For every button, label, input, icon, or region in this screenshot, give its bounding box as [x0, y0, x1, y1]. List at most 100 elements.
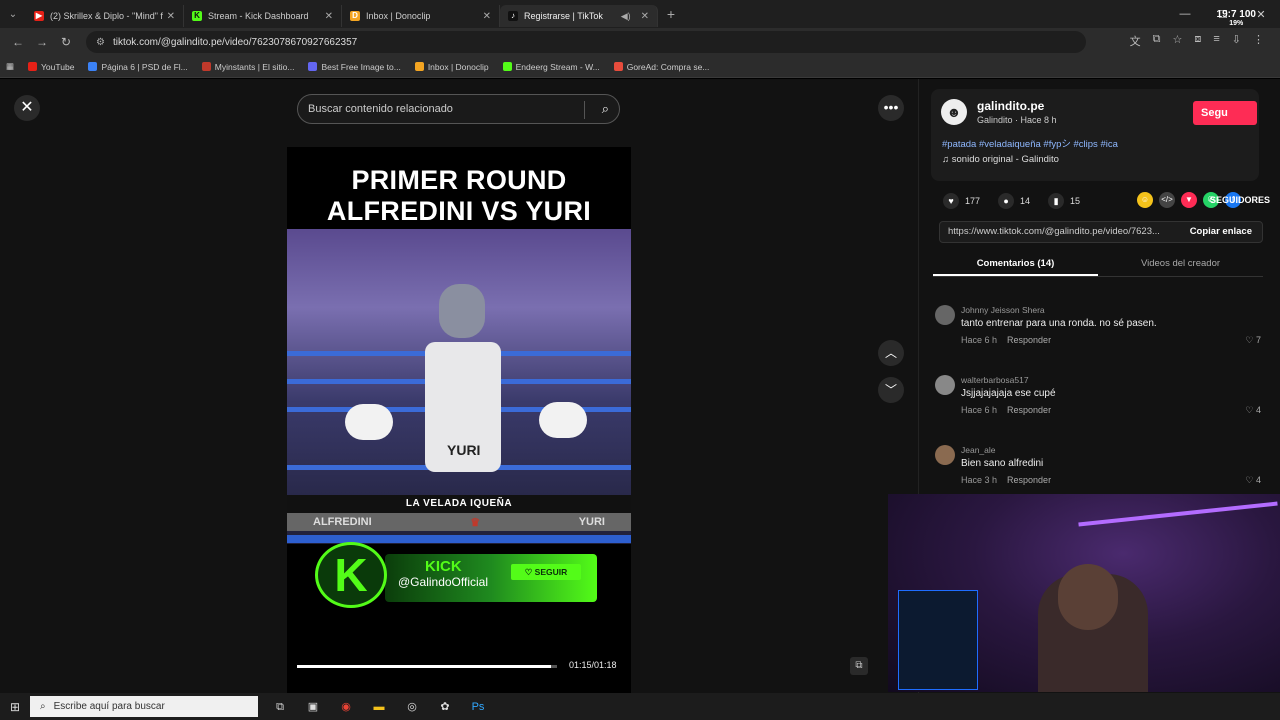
- video-title-line1: PRIMER ROUND: [351, 165, 567, 195]
- video-link-field[interactable]: https://www.tiktok.com/@galindito.pe/vid…: [939, 221, 1263, 243]
- share-friends-icon[interactable]: ☺: [1137, 192, 1153, 208]
- copy-link-button[interactable]: Copiar enlace: [1190, 222, 1252, 242]
- next-video-button[interactable]: ﹀: [878, 377, 904, 403]
- windows-start-icon[interactable]: ⊞: [0, 700, 30, 714]
- page-icon: [88, 62, 98, 71]
- bookmark-image-tool[interactable]: Best Free Image to...: [308, 62, 401, 72]
- bookmark-goread[interactable]: GoreAd: Compra se...: [613, 62, 709, 72]
- windows-taskbar: ⊞ ⌕ Escribe aquí para buscar ⧉ ▣ ◉ ▬ ◎ ✿…: [0, 693, 1280, 720]
- menu-icon[interactable]: ⋮: [1253, 33, 1264, 49]
- bookmark-youtube[interactable]: YouTube: [28, 62, 74, 72]
- comment-button[interactable]: ● 14: [998, 193, 1030, 209]
- close-tab-icon[interactable]: ✕: [167, 11, 175, 22]
- address-bar-row: ← → ↻ ⚙ tiktok.com/@galindito.pe/video/7…: [0, 28, 1280, 56]
- minimize-icon[interactable]: —: [1166, 8, 1204, 20]
- reply-button[interactable]: Responder: [1007, 335, 1051, 345]
- avatar[interactable]: [935, 375, 955, 395]
- tab-search-icon[interactable]: ⌄: [0, 0, 26, 28]
- tab-tiktok[interactable]: ♪ Registrarse | TikTok ◀) ✕: [500, 5, 658, 27]
- youtube-favicon-icon: ▶: [34, 11, 44, 21]
- cast-icon[interactable]: ⧉: [1153, 33, 1161, 49]
- photoshop-icon[interactable]: Ps: [464, 697, 492, 717]
- bookmark-star-icon[interactable]: ☆: [1172, 33, 1182, 49]
- back-icon[interactable]: ←: [6, 35, 30, 49]
- forward-icon[interactable]: →: [30, 35, 54, 49]
- gaming-pc-case: [898, 590, 978, 690]
- comment-like-button[interactable]: ♡ 4: [1245, 475, 1261, 486]
- bookmark-psd[interactable]: Página 6 | PSD de Fl...: [88, 62, 188, 72]
- tab-comments[interactable]: Comentarios (14): [933, 251, 1098, 276]
- send-icon[interactable]: ▼: [1181, 192, 1197, 208]
- reply-button[interactable]: Responder: [1007, 405, 1051, 415]
- comment-user[interactable]: Jean_ale: [961, 445, 996, 455]
- media-icon[interactable]: ≡: [1213, 33, 1219, 49]
- search-icon[interactable]: ⌕: [602, 101, 609, 117]
- follow-button[interactable]: Segu: [1193, 101, 1257, 125]
- boxer-helmet: [439, 284, 485, 338]
- tab-creator-videos[interactable]: Videos del creador: [1098, 251, 1263, 276]
- boxing-glove-left: [345, 404, 393, 440]
- reload-icon[interactable]: ↻: [54, 35, 78, 49]
- comment-user[interactable]: Johnny Jeisson Shera: [961, 305, 1045, 315]
- bookmarks-bar: ▦ YouTube Página 6 | PSD de Fl... Myinst…: [0, 56, 1280, 78]
- comment-time: Hace 3 h: [961, 475, 998, 485]
- tab-kick-dashboard[interactable]: K Stream - Kick Dashboard ✕: [184, 5, 342, 27]
- task-view-icon[interactable]: ⧉: [266, 697, 294, 717]
- pip-icon[interactable]: ⧉: [850, 657, 868, 675]
- tab-label: Registrarse | TikTok: [524, 11, 603, 21]
- related-search-input[interactable]: Buscar contenido relacionado ⌕: [297, 94, 620, 124]
- panel-tabs: Comentarios (14) Videos del creador: [933, 251, 1263, 277]
- extensions-icon[interactable]: ⧈: [1194, 33, 1201, 49]
- streamer-webcam-overlay: [888, 494, 1280, 692]
- creator-meta: Galindito · Hace 8 h: [977, 115, 1057, 125]
- comment-time: Hace 6 h: [961, 405, 998, 415]
- comment-user[interactable]: walterbarbosa517: [961, 375, 1029, 385]
- speaker-icon[interactable]: ◀): [621, 11, 631, 22]
- avatar[interactable]: ☻: [941, 99, 967, 125]
- new-tab-button[interactable]: +: [658, 6, 684, 22]
- tab-youtube[interactable]: ▶ (2) Skrillex & Diplo - "Mind" fe ✕: [26, 5, 184, 27]
- previous-video-button[interactable]: ︿: [878, 340, 904, 366]
- tab-donoclip[interactable]: D Inbox | Donoclip ✕: [342, 5, 500, 27]
- video-sound[interactable]: ♫ sonido original - Galindito: [942, 154, 1059, 165]
- comment-item: Jean_ale Bien sano alfredini Hace 3 h Res…: [933, 441, 1273, 501]
- obs-icon[interactable]: ◎: [398, 697, 426, 717]
- video-player[interactable]: PRIMER ROUND ALFREDINI VS YURI YURI LA V…: [287, 147, 631, 693]
- comment-like-button[interactable]: ♡ 7: [1245, 335, 1261, 346]
- avatar[interactable]: [935, 305, 955, 325]
- bookmark-kick-stream[interactable]: Endeerg Stream - W...: [502, 62, 600, 72]
- comment-meta: Hace 3 h Responder: [961, 475, 1051, 485]
- site-info-icon[interactable]: ⚙: [96, 37, 105, 48]
- avatar[interactable]: [935, 445, 955, 465]
- save-button[interactable]: ▮ 15: [1048, 193, 1080, 209]
- file-explorer-icon[interactable]: ▬: [365, 697, 393, 717]
- close-tab-icon[interactable]: ✕: [325, 11, 333, 22]
- app-icon[interactable]: ✿: [431, 697, 459, 717]
- url-field[interactable]: ⚙ tiktok.com/@galindito.pe/video/7623078…: [86, 31, 1086, 53]
- search-divider: [584, 101, 585, 119]
- video-progress-bar[interactable]: [297, 665, 557, 668]
- apps-icon[interactable]: ▦: [6, 61, 14, 72]
- myinstants-icon: [201, 62, 211, 71]
- embed-icon[interactable]: </>: [1159, 192, 1175, 208]
- comment-like-button[interactable]: ♡ 4: [1245, 405, 1261, 416]
- fighters-namebar: ALFREDINI ♛ YURI: [287, 513, 631, 531]
- taskbar-search-input[interactable]: ⌕ Escribe aquí para buscar: [30, 696, 258, 717]
- video-hashtags[interactable]: #patada #veladaiqueña #fypシ #clips #ica: [942, 136, 1118, 150]
- video-time: 01:15/01:18: [569, 660, 617, 670]
- chrome-icon[interactable]: ◉: [332, 697, 360, 717]
- reply-button[interactable]: Responder: [1007, 475, 1051, 485]
- kick-favicon-icon: K: [192, 11, 202, 21]
- downloads-icon[interactable]: ⇩: [1232, 33, 1241, 49]
- like-button[interactable]: ♥ 177: [943, 193, 980, 209]
- close-video-button[interactable]: ✕: [14, 95, 40, 121]
- close-tab-icon[interactable]: ✕: [641, 11, 649, 22]
- translate-icon[interactable]: 文: [1130, 33, 1141, 49]
- creator-username[interactable]: galindito.pe: [977, 99, 1044, 113]
- bookmark-myinstants[interactable]: Myinstants | El sitio...: [201, 62, 294, 72]
- bookmark-donoclip[interactable]: Inbox | Donoclip: [414, 62, 489, 72]
- store-icon[interactable]: ▣: [299, 697, 327, 717]
- more-options-button[interactable]: •••: [878, 95, 904, 121]
- comment-item: walterbarbosa517 Jsjjajajajaja ese cupé …: [933, 371, 1273, 431]
- close-tab-icon[interactable]: ✕: [483, 11, 491, 22]
